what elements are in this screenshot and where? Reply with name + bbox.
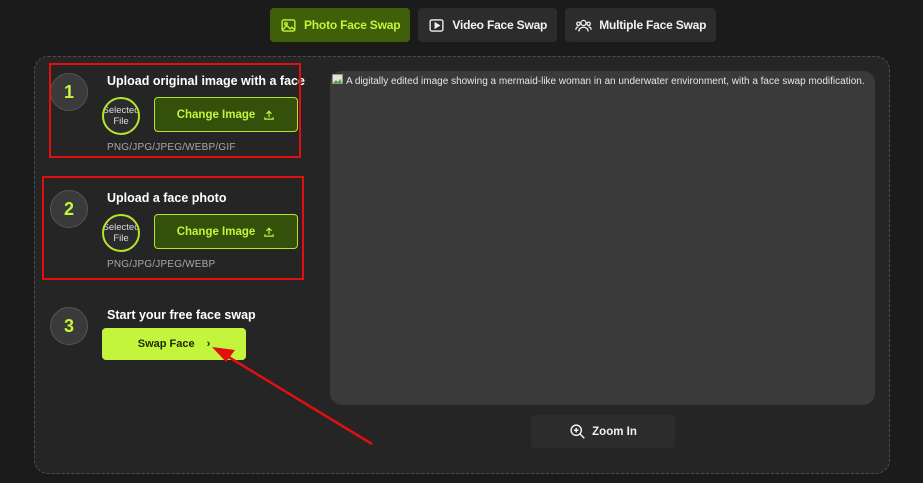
users-icon <box>575 19 592 32</box>
tab-label: Photo Face Swap <box>304 18 401 32</box>
preview-alt-text: A digitally edited image showing a merma… <box>346 76 865 87</box>
zoom-in-icon <box>570 424 585 439</box>
image-icon <box>281 18 296 32</box>
annotation-box-step-2 <box>42 176 304 280</box>
button-label: Swap Face <box>137 338 195 350</box>
annotation-box-step-1 <box>49 63 301 158</box>
tab-photo-face-swap[interactable]: Photo Face Swap <box>270 8 411 42</box>
tool-tabs: Photo Face Swap Video Face Swap Multiple… <box>270 8 717 42</box>
step-3-number: 3 <box>50 307 88 345</box>
tab-video-face-swap[interactable]: Video Face Swap <box>418 8 558 42</box>
tab-label: Multiple Face Swap <box>599 18 707 32</box>
zoom-in-button[interactable]: Zoom In <box>531 415 675 448</box>
tab-multiple-face-swap[interactable]: Multiple Face Swap <box>565 8 717 42</box>
tab-label: Video Face Swap <box>452 18 548 32</box>
zoom-label: Zoom In <box>592 425 637 438</box>
swap-face-button[interactable]: Swap Face › <box>102 328 246 360</box>
step-3-title: Start your free face swap <box>107 308 256 322</box>
video-play-icon <box>429 18 444 32</box>
broken-image-icon <box>332 74 343 84</box>
result-preview: A digitally edited image showing a merma… <box>330 71 875 405</box>
chevron-right-icon: › <box>206 338 211 350</box>
